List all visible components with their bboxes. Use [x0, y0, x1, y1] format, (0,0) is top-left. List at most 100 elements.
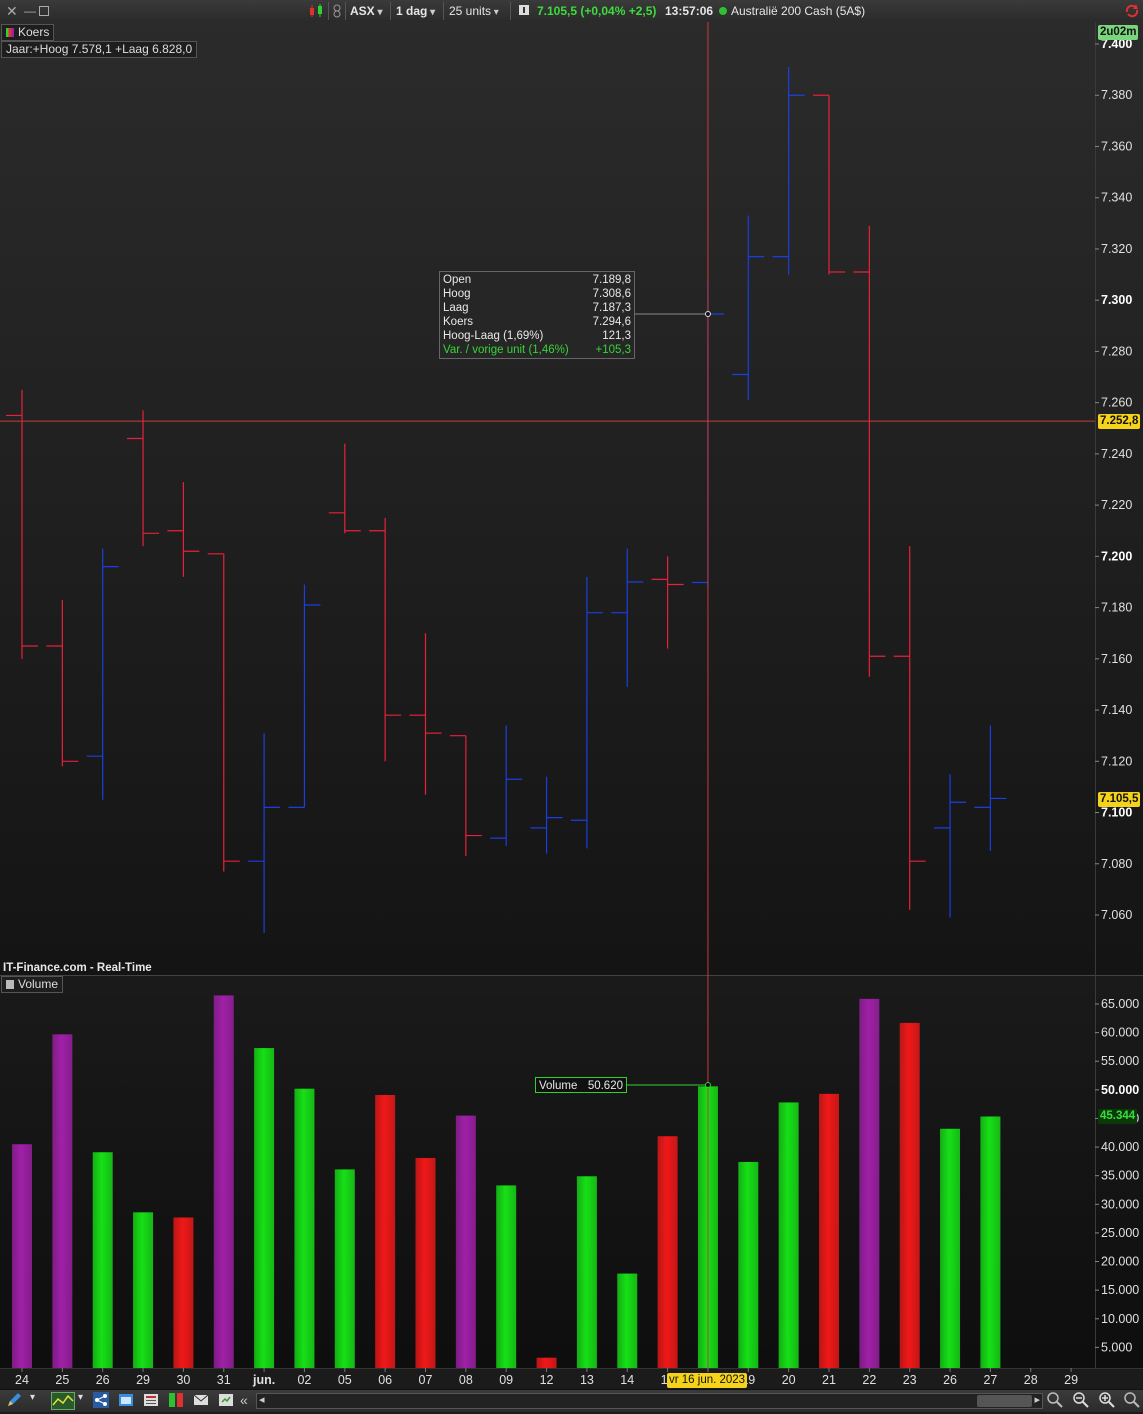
- x-tick-label: 27: [983, 1373, 997, 1387]
- indicator-chart-icon[interactable]: [51, 1392, 75, 1410]
- x-tick-label: 31: [217, 1373, 231, 1387]
- volume-tooltip: Volume 50.620: [535, 1077, 627, 1093]
- window-icon[interactable]: [118, 1392, 134, 1408]
- crosshair-volume-marker: [704, 1082, 711, 1088]
- x-tick-label: 28: [1024, 1373, 1038, 1387]
- crosshair-price-tag: 7.252,8: [1098, 414, 1141, 429]
- volume-y-tick-label: 5.000: [1101, 1340, 1132, 1354]
- price-legend-swatch: [6, 28, 14, 37]
- x-tick-label: 21: [822, 1373, 836, 1387]
- volume-legend-swatch: [6, 980, 14, 989]
- volume-bar: [496, 1185, 517, 1368]
- volume-y-tick-label: 55.000: [1101, 1054, 1139, 1068]
- volume-y-tick-label: 40.000: [1101, 1140, 1139, 1154]
- price-y-tick-label: 7.260: [1101, 396, 1132, 410]
- x-tick-label: 07: [419, 1373, 433, 1387]
- zoom-out-icon[interactable]: [1073, 1392, 1089, 1408]
- price-y-tick-label: 7.140: [1101, 703, 1132, 717]
- price-y-tick-label: 7.100: [1101, 806, 1132, 820]
- price-y-tick-label: 7.360: [1101, 139, 1132, 153]
- volume-y-tick-label: 30.000: [1101, 1197, 1139, 1211]
- price-y-tick-label: 7.160: [1101, 652, 1132, 666]
- price-y-tick-label: 7.280: [1101, 344, 1132, 358]
- last-volume-tag: 45.344: [1098, 1109, 1138, 1124]
- x-tick-label: 08: [459, 1373, 473, 1387]
- crosshair-price-marker: [704, 311, 711, 318]
- volume-bar: [375, 1094, 396, 1368]
- volume-bar: [819, 1093, 839, 1368]
- volume-bars: [12, 995, 1001, 1368]
- price-y-tick-label: 7.120: [1101, 754, 1132, 768]
- x-tick-label: 14: [620, 1373, 634, 1387]
- price-y-tick-label: 7.380: [1101, 88, 1132, 102]
- x-tick-label: 29: [1064, 1373, 1078, 1387]
- scroll-left-icon[interactable]: ◂: [259, 1393, 265, 1406]
- volume-bar: [334, 1169, 355, 1368]
- news-icon[interactable]: [143, 1392, 159, 1408]
- tooltip-row-high: Hoog 7.308,6: [443, 288, 631, 300]
- scroll-right-icon[interactable]: ▸: [1034, 1393, 1040, 1406]
- volume-y-tick-label: 60.000: [1101, 1026, 1139, 1040]
- chevron-down-icon[interactable]: ▾: [78, 1392, 88, 1408]
- tooltip-row-range: Hoog-Laag (1,69%) 121,3: [443, 330, 631, 342]
- scrollbar-thumb[interactable]: [977, 1395, 1032, 1407]
- x-tick-label: 20: [782, 1373, 796, 1387]
- x-tick-label: 26: [96, 1373, 110, 1387]
- volume-bar: [980, 1116, 1001, 1368]
- volume-bar: [859, 998, 880, 1368]
- orderbook-icon[interactable]: [168, 1392, 184, 1408]
- x-tick-label: 26: [943, 1373, 957, 1387]
- price-y-axis: 7.060 7.080 7.100 7.120 7.140 7.160 7.180 7.200…: [1095, 37, 1132, 922]
- x-tick-label: 24: [15, 1373, 29, 1387]
- volume-bar: [576, 1176, 597, 1368]
- tooltip-row-close: Koers 7.294,6: [443, 316, 631, 328]
- price-panel-label[interactable]: Koers: [1, 24, 55, 41]
- tooltip-row-change: Var. / vorige unit (1,46%) +105,3: [443, 344, 631, 356]
- price-y-tick-label: 7.240: [1101, 447, 1132, 461]
- price-y-tick-label: 7.180: [1101, 601, 1132, 615]
- volume-y-tick-label: 15.000: [1101, 1283, 1139, 1297]
- volume-bar: [254, 1048, 275, 1368]
- x-tick-label: 23: [903, 1373, 917, 1387]
- x-axis-labels: 242526293031jun.020506070809121314151619…: [15, 1368, 1078, 1387]
- pencil-draw-icon[interactable]: [6, 1392, 22, 1408]
- x-tick-label: 25: [55, 1373, 69, 1387]
- timer-badge: 2u02m: [1098, 25, 1139, 40]
- zoom-auto-icon[interactable]: [1047, 1392, 1063, 1408]
- volume-bar: [92, 1152, 113, 1368]
- volume-bar: [415, 1157, 436, 1368]
- volume-y-tick-label: 25.000: [1101, 1226, 1139, 1240]
- zoom-reset-icon[interactable]: [1124, 1392, 1140, 1408]
- volume-bar: [536, 1357, 557, 1368]
- x-tick-label: 02: [297, 1373, 311, 1387]
- share-icon[interactable]: [93, 1392, 109, 1408]
- last-price-tag: 7.105,5: [1098, 792, 1141, 807]
- x-tick-label: 05: [338, 1373, 352, 1387]
- x-tick-label: 12: [540, 1373, 554, 1387]
- scroll-back-icon[interactable]: «: [240, 1392, 256, 1408]
- volume-y-tick-label: 10.000: [1101, 1312, 1139, 1326]
- trade-icon[interactable]: [218, 1392, 234, 1408]
- volume-bar: [657, 1136, 678, 1368]
- ohlc-tooltip: Open 7.189,8 Hoog 7.308,6 Laag 7.187,3 Koer…: [439, 271, 635, 359]
- watermark: IT-Finance.com - Real-Time: [3, 962, 152, 974]
- volume-y-axis: 5.000 10.000 15.000 20.000 25.000 30.000 35.00…: [1095, 997, 1139, 1354]
- volume-bar: [778, 1102, 799, 1368]
- crosshair-date-tag: vr 16 jun. 2023: [667, 1373, 748, 1388]
- price-y-tick-label: 7.200: [1101, 549, 1132, 563]
- crosshair: [0, 22, 1095, 1368]
- volume-tooltip-value: 50.620: [587, 1080, 623, 1092]
- volume-bar: [52, 1034, 73, 1368]
- volume-label-text: Volume: [18, 977, 59, 991]
- price-y-tick-label: 7.320: [1101, 242, 1132, 256]
- chevron-down-icon[interactable]: ▾: [30, 1392, 40, 1408]
- zoom-in-icon[interactable]: [1099, 1392, 1115, 1408]
- price-y-tick-label: 7.340: [1101, 191, 1132, 205]
- volume-tooltip-label: Volume: [539, 1080, 578, 1092]
- x-tick-label: 30: [176, 1373, 190, 1387]
- x-tick-label: 29: [136, 1373, 150, 1387]
- volume-panel-label[interactable]: Volume: [1, 976, 64, 993]
- horizontal-scrollbar[interactable]: ◂ ▸: [256, 1393, 1043, 1409]
- volume-bar: [617, 1273, 638, 1368]
- messages-icon[interactable]: [193, 1392, 209, 1408]
